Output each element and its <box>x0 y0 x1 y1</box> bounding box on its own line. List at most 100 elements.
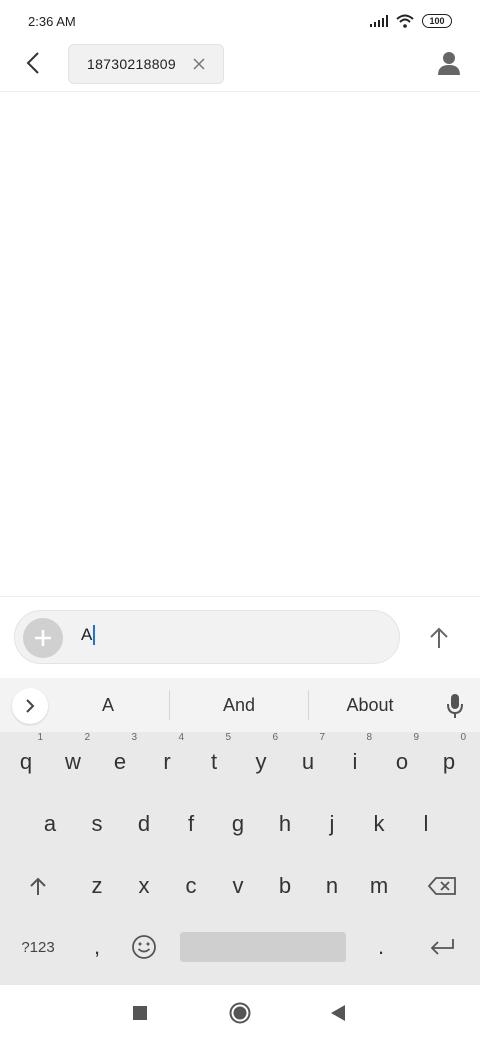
key-hint: 8 <box>366 732 372 743</box>
close-icon <box>193 58 205 70</box>
square-icon <box>133 1006 147 1020</box>
enter-icon <box>430 939 454 955</box>
status-icons: 100 <box>370 14 452 28</box>
key-l[interactable]: l <box>403 800 449 848</box>
compose-bar: A <box>0 596 480 678</box>
shift-key[interactable] <box>14 862 62 910</box>
key-z[interactable]: z <box>74 862 120 910</box>
emoji-icon <box>132 935 156 959</box>
key-hint: 9 <box>413 732 419 743</box>
message-input[interactable]: A <box>81 625 96 645</box>
suggestion-divider <box>308 690 309 720</box>
key-label: o <box>395 749 409 774</box>
key-i[interactable]: i8 <box>332 732 378 786</box>
key-hint: 1 <box>37 732 43 743</box>
key-g[interactable]: g <box>215 800 261 848</box>
wifi-icon <box>396 14 414 28</box>
key-q[interactable]: q1 <box>3 732 49 786</box>
message-field[interactable]: A <box>14 610 400 664</box>
key-k[interactable]: k <box>356 800 402 848</box>
backspace-key[interactable] <box>416 862 468 910</box>
text-caret <box>93 625 96 645</box>
key-label: e <box>113 749 127 774</box>
key-o[interactable]: o9 <box>379 732 425 786</box>
conversation-header: 18730218809 <box>0 42 480 92</box>
key-label: u <box>301 749 315 774</box>
key-label: y <box>255 749 267 774</box>
key-c[interactable]: c <box>168 862 214 910</box>
circle-icon <box>229 1002 251 1024</box>
spacebar[interactable] <box>180 932 346 962</box>
key-t[interactable]: t5 <box>191 732 237 786</box>
period-key[interactable]: . <box>358 924 404 970</box>
suggestion-2[interactable]: And <box>172 678 306 732</box>
contacts-button[interactable] <box>434 48 464 78</box>
key-hint: 2 <box>84 732 90 743</box>
key-v[interactable]: v <box>215 862 261 910</box>
key-hint: 6 <box>272 732 278 743</box>
key-e[interactable]: e3 <box>97 732 143 786</box>
key-hint: 3 <box>131 732 137 743</box>
voice-input-button[interactable] <box>440 690 470 722</box>
chevron-right-icon <box>26 699 35 713</box>
conversation-area <box>0 92 480 596</box>
comma-key[interactable]: , <box>74 924 120 970</box>
key-r[interactable]: r4 <box>144 732 190 786</box>
status-time: 2:36 AM <box>28 13 76 29</box>
key-f[interactable]: f <box>168 800 214 848</box>
key-p[interactable]: p0 <box>426 732 472 786</box>
signal-icon <box>370 15 388 27</box>
plus-icon <box>35 630 51 646</box>
key-hint: 0 <box>460 732 466 743</box>
suggestion-bar: A And About <box>0 678 480 732</box>
key-a[interactable]: a <box>27 800 73 848</box>
key-label: t <box>210 749 218 774</box>
key-u[interactable]: u7 <box>285 732 331 786</box>
arrow-up-icon <box>430 627 448 648</box>
key-hint: 4 <box>178 732 184 743</box>
send-button[interactable] <box>420 619 458 657</box>
system-nav-bar <box>0 984 480 1040</box>
recipient-number: 18730218809 <box>87 56 176 72</box>
key-label: w <box>65 749 81 774</box>
key-m[interactable]: m <box>356 862 402 910</box>
recents-button[interactable] <box>124 997 156 1029</box>
message-text: A <box>81 625 93 644</box>
status-bar: 2:36 AM 100 <box>0 0 480 42</box>
key-hint: 7 <box>319 732 325 743</box>
key-s[interactable]: s <box>74 800 120 848</box>
key-label: r <box>163 749 171 774</box>
home-button[interactable] <box>224 997 256 1029</box>
expand-toolbar-button[interactable] <box>12 688 48 724</box>
remove-recipient-button[interactable] <box>191 56 207 72</box>
recipient-chip[interactable]: 18730218809 <box>68 44 224 84</box>
nav-back-button[interactable] <box>322 997 354 1029</box>
microphone-icon <box>447 694 463 718</box>
key-label: i <box>352 749 358 774</box>
key-label: p <box>442 749 456 774</box>
shift-icon <box>30 877 46 895</box>
suggestion-1[interactable]: A <box>54 678 162 732</box>
add-attachment-button[interactable] <box>23 618 63 658</box>
suggestion-3[interactable]: About <box>312 678 428 732</box>
key-n[interactable]: n <box>309 862 355 910</box>
key-y[interactable]: y6 <box>238 732 284 786</box>
key-w[interactable]: w2 <box>50 732 96 786</box>
chevron-left-icon <box>26 52 39 74</box>
key-b[interactable]: b <box>262 862 308 910</box>
back-button[interactable] <box>18 48 48 78</box>
key-x[interactable]: x <box>121 862 167 910</box>
key-h[interactable]: h <box>262 800 308 848</box>
battery-icon: 100 <box>422 14 452 28</box>
triangle-left-icon <box>331 1005 345 1021</box>
emoji-key[interactable] <box>121 924 167 970</box>
person-icon <box>438 52 460 75</box>
key-j[interactable]: j <box>309 800 355 848</box>
key-d[interactable]: d <box>121 800 167 848</box>
enter-key[interactable] <box>416 924 468 970</box>
symbols-key[interactable]: ?123 <box>8 924 68 970</box>
key-label: q <box>19 749 33 774</box>
key-hint: 5 <box>225 732 231 743</box>
suggestion-divider <box>169 690 170 720</box>
keyboard: A And About q1 w2 e3 r4 t5 y6 u7 i8 o9 p… <box>0 678 480 984</box>
